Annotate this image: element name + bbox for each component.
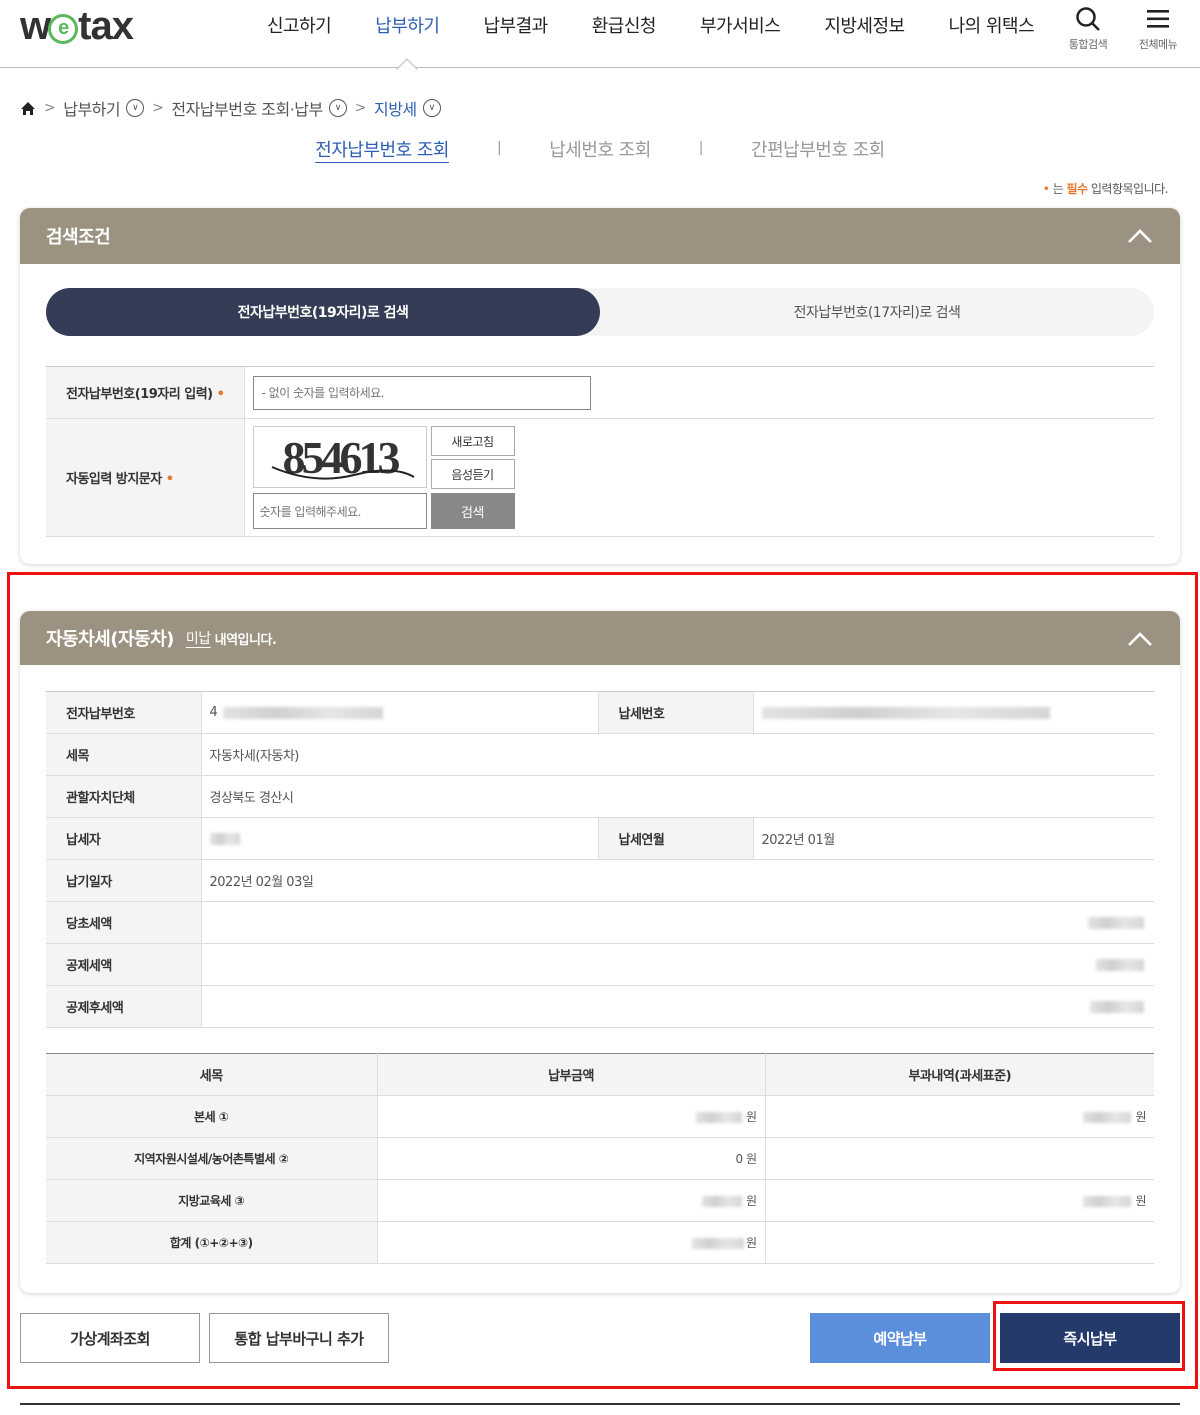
captcha-buttons: 새로고침 음성듣기	[430, 426, 515, 489]
required-dot: •	[1042, 182, 1050, 196]
chevron-up-icon[interactable]	[1126, 222, 1154, 250]
required-note-strong: 필수	[1066, 182, 1088, 196]
menu-label: 전체메뉴	[1138, 38, 1178, 51]
chevron-down-icon[interactable]: ∨	[328, 99, 347, 117]
enum-cell: - 없이 숫자를 입력하세요.	[244, 366, 1154, 419]
search-type-toggle: 전자납부번호(19자리)로 검색 전자납부번호(17자리)로 검색	[46, 288, 1154, 336]
search-panel-header[interactable]: 검색조건	[20, 208, 1180, 264]
chevron-down-icon[interactable]: ∨	[126, 99, 145, 117]
chevron-right-icon: >	[354, 100, 367, 116]
search-panel: 검색조건 전자납부번호(19자리)로 검색 전자납부번호(17자리)로 검색 전…	[20, 208, 1180, 564]
captcha-refresh-button[interactable]: 새로고침	[430, 426, 515, 456]
logo-text-e: e	[48, 13, 79, 44]
field-label: 전자납부번호(19자리 입력) •	[46, 366, 245, 419]
footer-divider	[20, 1403, 1180, 1405]
captcha-cell: 854613 새로고침 음성듣기 숫자를 입력해주세요. 검색	[244, 418, 1154, 537]
wetax-logo[interactable]: w e tax	[20, 4, 134, 49]
home-icon[interactable]	[20, 101, 36, 116]
sub-tabs: 전자납부번호 조회 | 납세번호 조회 | 간편납부번호 조회	[0, 136, 1200, 162]
chevron-right-icon: >	[44, 100, 56, 116]
breadcrumb: > 납부하기 ∨ > 전자납부번호 조회·납부 ∨ > 지방세 ∨	[20, 96, 441, 120]
required-note-post: 입력항목입니다.	[1090, 182, 1169, 196]
captcha-audio-button[interactable]: 음성듣기	[430, 459, 515, 489]
nav-refund[interactable]: 환급신청	[570, 0, 678, 68]
toggle-17-digit[interactable]: 전자납부번호(17자리)로 검색	[600, 288, 1154, 336]
logo-text-tax: tax	[78, 4, 134, 48]
logo-text-w: w	[20, 4, 51, 48]
all-menu-button[interactable]: 전체메뉴	[1128, 6, 1188, 52]
highlight-box-pay-now	[993, 1301, 1185, 1371]
site-header: w e tax 신고하기 납부하기 납부결과 환급신청 부가서비스 지방세정보 나의…	[0, 0, 1200, 68]
main-nav: 신고하기 납부하기 납부결과 환급신청 부가서비스 지방세정보 나의 위택스	[245, 0, 1056, 68]
breadcrumb-item-enum-lookup[interactable]: 전자납부번호 조회·납부	[171, 96, 323, 120]
required-note-pre: 는	[1052, 182, 1064, 196]
highlight-box-result	[7, 572, 1198, 1389]
captcha-label: 자동입력 방지문자	[66, 472, 162, 487]
search-icon	[1076, 7, 1100, 31]
field-label: 자동입력 방지문자 •	[46, 418, 245, 537]
nav-report[interactable]: 신고하기	[245, 0, 353, 68]
tab-taxnum-lookup[interactable]: 납세번호 조회	[501, 136, 699, 162]
toggle-19-digit[interactable]: 전자납부번호(19자리)로 검색	[46, 288, 600, 336]
search-label: 통합검색	[1068, 38, 1108, 51]
required-note: • 는 필수 입력항목입니다.	[1042, 180, 1169, 197]
required-dot: •	[165, 472, 174, 487]
captcha-image: 854613	[252, 426, 427, 488]
breadcrumb-item-local-tax[interactable]: 지방세	[374, 96, 417, 120]
tab-enum-lookup[interactable]: 전자납부번호 조회	[267, 136, 497, 162]
chevron-right-icon: >	[152, 100, 164, 116]
search-panel-title: 검색조건	[46, 227, 111, 248]
integrated-search-button[interactable]: 통합검색	[1058, 6, 1118, 52]
hamburger-icon	[1147, 10, 1169, 28]
nav-extra-services[interactable]: 부가서비스	[678, 0, 802, 68]
tab-simple-lookup[interactable]: 간편납부번호 조회	[703, 136, 933, 162]
breadcrumb-item-payment[interactable]: 납부하기	[63, 96, 120, 120]
nav-local-tax-info[interactable]: 지방세정보	[802, 0, 926, 68]
nav-payment-result[interactable]: 납부결과	[462, 0, 570, 68]
search-button[interactable]: 검색	[430, 493, 515, 529]
required-dot: •	[216, 387, 225, 402]
nav-my-wetax[interactable]: 나의 위택스	[927, 0, 1057, 68]
captcha-noise-line	[271, 466, 415, 480]
enum-input[interactable]: - 없이 숫자를 입력하세요.	[252, 375, 591, 410]
search-form: 전자납부번호(19자리 입력) • - 없이 숫자를 입력하세요. 자동입력 방…	[46, 366, 1154, 537]
chevron-down-icon[interactable]: ∨	[422, 99, 441, 117]
enum-label: 전자납부번호(19자리 입력)	[66, 387, 213, 402]
captcha-row: 854613 새로고침 음성듣기	[252, 426, 1147, 489]
captcha-input[interactable]: 숫자를 입력해주세요.	[252, 493, 427, 529]
nav-payment[interactable]: 납부하기	[353, 0, 461, 68]
captcha-input-row: 숫자를 입력해주세요. 검색	[252, 493, 1147, 529]
